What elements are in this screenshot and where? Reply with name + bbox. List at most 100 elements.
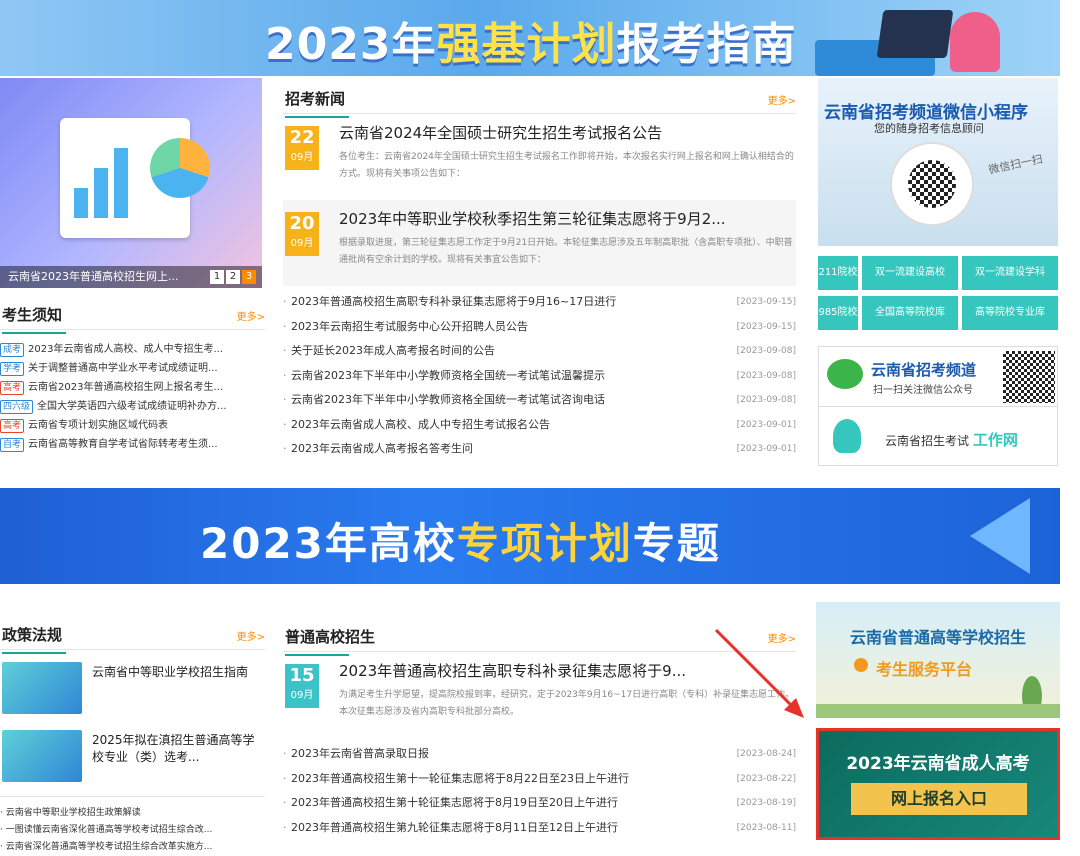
policy-thumbnail	[2, 662, 82, 714]
top-banner[interactable]: 2023年强基计划报考指南	[0, 0, 1060, 76]
news-item-title[interactable]: 关于延长2023年成人高考报名时间的公告	[291, 344, 495, 357]
news-featured-summary: 根据录取进度，第三轮征集志愿工作定于9月21日开始。本轮征集志愿涉及五年制高职批…	[339, 238, 793, 265]
general-featured-item[interactable]: 15 09月 2023年普通高校招生高职专科补录征集志愿将于9... 为满足考生升…	[283, 652, 796, 738]
adult-exam-registration-banner[interactable]: 2023年云南省成人高考 网上报名入口	[816, 728, 1060, 840]
policy-section: 政策法规 更多> 云南省中等职业学校招生指南 2025年拟在滇招生普通高等学校专…	[0, 616, 265, 856]
notice-item[interactable]: 学考 关于调整普通高中学业水平考试成绩证明...	[0, 359, 265, 378]
wechat-qr-code	[1003, 351, 1055, 403]
notice-item-text[interactable]: 关于调整普通高中学业水平考试成绩证明...	[28, 363, 218, 374]
notice-item[interactable]: 自考 云南省高等教育自学考试省际转考考生须...	[0, 435, 265, 454]
news-item-title[interactable]: 2023年普通高校招生高职专科补录征集志愿将于9月16~17日进行	[291, 295, 616, 308]
news-list-item[interactable]: 关于延长2023年成人高考报名时间的公告 [2023-09-08]	[283, 339, 796, 364]
news-featured-item[interactable]: 20 09月 2023年中等职业学校秋季招生第三轮征集志愿将于9月2... 根据录…	[283, 200, 796, 286]
adult-exam-title: 2023年云南省成人高考	[846, 754, 1030, 774]
notice-item[interactable]: 高考 云南省2023年普通高校招生网上报名考生...	[0, 378, 265, 397]
general-item-title[interactable]: 2023年普通高校招生第十一轮征集志愿将于8月22日至23日上午进行	[291, 772, 629, 785]
news-item-title[interactable]: 云南省2023年下半年中小学教师资格全国统一考试笔试温馨提示	[291, 369, 605, 382]
triangle-decoration	[970, 498, 1030, 574]
news-list-item[interactable]: 云南省2023年下半年中小学教师资格全国统一考试笔试咨询电话 [2023-09-0…	[283, 388, 796, 413]
policy-list: · 云南省中等职业学校招生政策解读 · 一图读懂云南省深化普通高等学校考试招生综合…	[0, 796, 265, 856]
quick-link-985[interactable]: 985院校	[818, 296, 858, 330]
policy-list-item[interactable]: · 一图读懂云南省深化普通高等学校考试招生综合改...	[0, 822, 265, 839]
general-item-title[interactable]: 2023年普通高校招生第十轮征集志愿将于8月19日至20日上午进行	[291, 796, 618, 809]
quick-link-major-db[interactable]: 高等院校专业库	[962, 296, 1058, 330]
grass-illustration	[816, 704, 1060, 718]
notice-more-link[interactable]: 更多>	[237, 308, 265, 323]
quick-link-national-university-db[interactable]: 全国高等院校库	[862, 296, 958, 330]
general-item-date: [2023-08-11]	[736, 822, 796, 833]
news-carousel[interactable]: 云南省2023年普通高校招生网上... 1 2 3	[0, 78, 262, 288]
special-plan-title: 2023年高校专项计划专题	[200, 519, 721, 568]
miniapp-scan-hint: 微信扫一扫	[987, 152, 1044, 177]
policy-featured-item[interactable]: 2025年拟在滇招生普通高等学校专业（类）选考...	[0, 726, 265, 786]
notice-item[interactable]: 四六级 全国大学英语四六级考试成绩证明补办方...	[0, 397, 265, 416]
category-tag: 高考	[0, 381, 25, 395]
policy-item-title[interactable]: 云南省中等职业学校招生指南	[92, 664, 264, 681]
news-item-date: [2023-09-15]	[736, 297, 796, 307]
news-item-title[interactable]: 2023年云南省成人高考报名答考生问	[291, 442, 473, 455]
policy-more-link[interactable]: 更多>	[237, 628, 265, 643]
category-tag: 学考	[0, 362, 25, 376]
news-item-title[interactable]: 云南省2023年下半年中小学教师资格全国统一考试笔试咨询电话	[291, 393, 605, 406]
news-featured-item[interactable]: 22 09月 云南省2024年全国硕士研究生招生考试报名公告 各位考生：云南省20…	[283, 114, 796, 200]
news-item-date: [2023-09-15]	[736, 321, 796, 332]
pie-illustration	[150, 138, 210, 198]
notice-item-text[interactable]: 云南省专项计划实施区域代码表	[28, 420, 168, 431]
notice-item-text[interactable]: 全国大学英语四六级考试成绩证明补办方...	[37, 401, 227, 412]
carousel-page-2[interactable]: 2	[226, 270, 240, 284]
general-item-title[interactable]: 2023年普通高校招生第九轮征集志愿将于8月11日至12日上午进行	[291, 821, 618, 834]
quick-link-double-first-class-disciplines[interactable]: 双一流建设学科	[962, 256, 1058, 290]
category-tag: 高考	[0, 419, 25, 433]
news-list-item[interactable]: 2023年云南省成人高考报名答考生问 [2023-09-01]	[283, 437, 796, 462]
policy-featured-item[interactable]: 云南省中等职业学校招生指南	[0, 658, 265, 718]
date-badge: 15 09月	[285, 664, 319, 708]
category-tag: 自考	[0, 438, 25, 452]
news-more-link[interactable]: 更多>	[768, 92, 796, 107]
notice-item[interactable]: 成考 2023年云南省成人高校、成人中专招生考...	[0, 340, 265, 359]
policy-list-item[interactable]: · 云南省中等职业学校招生政策解读	[0, 805, 265, 822]
news-list-item[interactable]: 云南省2023年下半年中小学教师资格全国统一考试笔试温馨提示 [2023-09-0…	[283, 364, 796, 389]
general-admission-more-link[interactable]: 更多>	[768, 630, 796, 645]
date-badge: 22 09月	[285, 126, 319, 170]
news-item-date: [2023-09-01]	[736, 419, 796, 430]
quick-link-double-first-class-universities[interactable]: 双一流建设高校	[862, 256, 958, 290]
notice-item-text[interactable]: 2023年云南省成人高校、成人中专招生考...	[28, 344, 223, 355]
news-list-item[interactable]: 2023年云南省成人高校、成人中专招生考试报名公告 [2023-09-01]	[283, 413, 796, 438]
news-item-title[interactable]: 2023年云南招生考试服务中心公开招聘人员公告	[291, 320, 528, 333]
special-plan-banner[interactable]: 2023年高校专项计划专题	[0, 488, 1060, 584]
general-list-item[interactable]: 2023年普通高校招生第十一轮征集志愿将于8月22日至23日上午进行 [2023-…	[283, 767, 796, 792]
service-platform-title: 云南省普通高等学校招生	[849, 628, 1026, 647]
person-illustration	[950, 12, 1000, 72]
news-featured-title[interactable]: 云南省2024年全国硕士研究生招生考试报名公告	[339, 122, 796, 143]
general-featured-title[interactable]: 2023年普通高校招生高职专科补录征集志愿将于9...	[339, 660, 796, 681]
miniapp-subtitle: 您的随身招考信息顾问	[874, 122, 984, 135]
student-service-platform-banner[interactable]: 云南省普通高等学校招生 考生服务平台	[816, 602, 1060, 718]
news-featured-title[interactable]: 2023年中等职业学校秋季招生第三轮征集志愿将于9月2...	[339, 208, 796, 229]
general-item-date: [2023-08-19]	[736, 798, 796, 808]
wechat-follow-card: 云南省招考频道 扫一扫关注微信公众号 云南省招生考试 工作网	[818, 346, 1058, 466]
wechat-official-account[interactable]: 云南省招考频道 扫一扫关注微信公众号	[819, 347, 1057, 407]
general-list-item[interactable]: 2023年普通高校招生第十轮征集志愿将于8月19日至20日上午进行 [2023-0…	[283, 791, 796, 816]
notice-item-text[interactable]: 云南省高等教育自学考试省际转考考生须...	[28, 439, 218, 450]
quick-link-211[interactable]: 211院校	[818, 256, 858, 290]
online-registration-button[interactable]: 网上报名入口	[851, 783, 1027, 815]
wechat-miniapp-card[interactable]: 云南省招考频道微信小程序 您的随身招考信息顾问 微信扫一扫	[818, 78, 1058, 246]
general-list-item[interactable]: 2023年普通高校招生第九轮征集志愿将于8月11日至12日上午进行 [2023-0…	[283, 816, 796, 841]
date-badge: 20 09月	[285, 212, 319, 256]
news-item-date: [2023-09-08]	[736, 395, 796, 405]
policy-list-item[interactable]: · 云南省深化普通高等学校考试招生综合改革实施方...	[0, 839, 265, 856]
carousel-page-3[interactable]: 3	[242, 270, 256, 284]
news-list-item[interactable]: 2023年云南招生考试服务中心公开招聘人员公告 [2023-09-15]	[283, 315, 796, 340]
news-featured-summary: 各位考生：云南省2024年全国硕士研究生招生考试报名工作即将开始，本次报名实行网…	[339, 152, 794, 179]
general-list-item[interactable]: 2023年云南省普高录取日报 [2023-08-24]	[283, 742, 796, 767]
carousel-pager: 1 2 3	[210, 270, 256, 284]
notice-item[interactable]: 高考 云南省专项计划实施区域代码表	[0, 416, 265, 435]
policy-item-title[interactable]: 2025年拟在滇招生普通高等学校专业（类）选考...	[92, 732, 264, 766]
news-list-item[interactable]: 2023年普通高校招生高职专科补录征集志愿将于9月16~17日进行 [2023-0…	[283, 290, 796, 315]
carousel-page-1[interactable]: 1	[210, 270, 224, 284]
notice-item-text[interactable]: 云南省2023年普通高校招生网上报名考生...	[28, 382, 223, 393]
general-item-title[interactable]: 2023年云南省普高录取日报	[291, 747, 429, 760]
laptop-screen-illustration	[876, 10, 954, 58]
news-item-title[interactable]: 2023年云南省成人高校、成人中专招生考试报名公告	[291, 418, 550, 431]
category-tag: 成考	[0, 343, 25, 357]
